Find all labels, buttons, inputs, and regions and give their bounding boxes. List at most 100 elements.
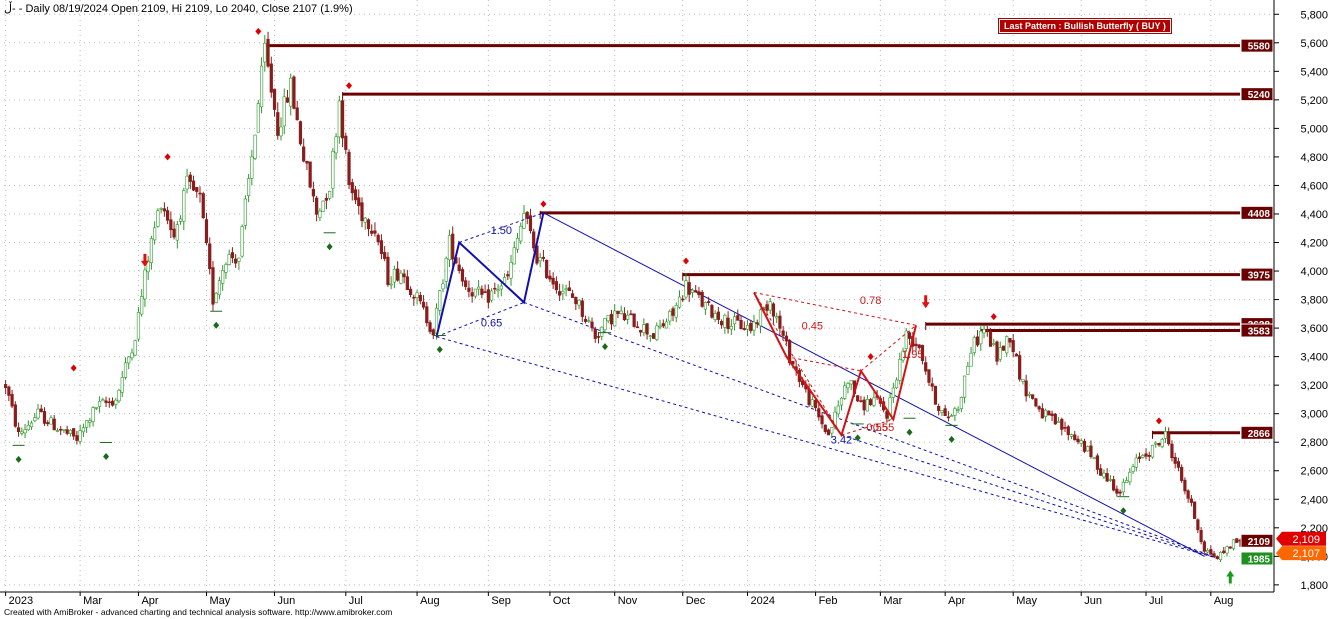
candle-body [613, 310, 617, 327]
candle-body [619, 310, 623, 314]
trendline-layer [436, 212, 1221, 560]
candle-body [681, 298, 685, 301]
candle-body [1063, 427, 1067, 429]
last-pattern-banner: Last Pattern : Bullish Butterfly ( BUY ) [998, 18, 1172, 34]
candle-body [88, 420, 92, 423]
trendline [436, 336, 1221, 560]
candle-body [298, 121, 303, 145]
candle-body [42, 411, 47, 424]
y-tick-label: 4,600 [1300, 180, 1328, 192]
y-tick-label: 5,400 [1300, 66, 1328, 78]
x-tick-label: Aug [1214, 595, 1234, 607]
candle-body [626, 314, 630, 320]
candle-body [849, 380, 853, 385]
candle-body [532, 231, 536, 249]
candle-body [1079, 440, 1083, 444]
candle-body [917, 344, 921, 348]
y-tick-label: 4,200 [1300, 238, 1328, 250]
candle-body [1043, 409, 1048, 417]
candle-body [671, 308, 675, 316]
candle-body [26, 424, 30, 431]
candle-body [651, 333, 656, 339]
candle-body [489, 290, 494, 301]
candle-body [344, 135, 348, 150]
candle-body [587, 320, 591, 322]
candle-body [451, 233, 455, 260]
candle-body [143, 269, 147, 300]
candle-body [616, 310, 620, 314]
chart-header: ڵ- - Daily 08/19/2024 Open 2109, Hi 2109… [4, 3, 353, 15]
candle-body [891, 387, 895, 398]
candle-body [742, 328, 746, 330]
x-tick-label: 2024 [751, 595, 775, 607]
candle-body [904, 330, 908, 349]
candle-body [360, 202, 364, 222]
candle-body [72, 428, 76, 437]
candle-body [295, 107, 299, 121]
pivot-high-marker [164, 153, 171, 161]
candle-body [250, 156, 254, 179]
candle-body [1086, 446, 1090, 452]
candlestick-series [4, 31, 1239, 563]
candle-body [269, 63, 273, 93]
candle-body [140, 296, 144, 315]
candle-body [159, 208, 163, 210]
candle-body [217, 280, 222, 296]
candle-body [988, 331, 993, 347]
y-tick-label: 3,000 [1300, 409, 1328, 421]
candle-body [383, 252, 387, 259]
candle-body [243, 198, 247, 226]
candle-body [123, 362, 128, 378]
candle-body [771, 303, 776, 317]
red-pattern-ratio-label: 1.95 [902, 349, 923, 361]
candle-body [224, 264, 228, 273]
candle-body [975, 336, 980, 346]
candle-body [745, 325, 750, 330]
buy-arrow [1226, 570, 1235, 584]
pivot-high-marker [255, 27, 262, 35]
candle-body [839, 397, 844, 406]
candle-body [752, 321, 756, 331]
candle-body [302, 146, 306, 162]
candle-body [13, 404, 17, 427]
candle-body [396, 268, 400, 281]
candle-body [1047, 410, 1051, 416]
candle-body [386, 256, 390, 285]
candle-body [208, 243, 212, 270]
candle-body [1225, 546, 1229, 554]
candle-body [195, 187, 199, 192]
candle-body [127, 356, 131, 364]
candle-body [68, 429, 73, 434]
candle-body [1189, 498, 1193, 503]
resistance-label: 3583 [1248, 327, 1271, 338]
candle-body [204, 219, 209, 243]
candle-body [473, 288, 477, 297]
candle-body [1056, 421, 1061, 423]
candle-body [198, 192, 202, 195]
footer-credit: Created with AmiBroker - advanced charti… [4, 607, 393, 617]
pivot-low-marker [326, 243, 333, 251]
candle-body [85, 420, 89, 428]
candle-body [933, 385, 938, 405]
y-tick-label: 3,400 [1300, 352, 1328, 364]
candle-body [447, 235, 452, 261]
candle-body [1167, 432, 1171, 445]
candle-body [506, 274, 510, 277]
candle-body [311, 188, 316, 197]
candle-body [898, 359, 902, 381]
candle-body [700, 292, 704, 307]
candle-body [1021, 379, 1025, 382]
candle-body [178, 218, 183, 222]
candle-body [862, 399, 866, 411]
candle-body [285, 97, 290, 103]
y-tick-label: 2,800 [1300, 437, 1328, 449]
candle-body [768, 301, 772, 311]
candle-body [318, 210, 322, 218]
candle-body [1170, 443, 1174, 459]
pivot-high-marker [1155, 417, 1162, 425]
candle-body [315, 197, 319, 215]
candle-body [570, 293, 575, 298]
candle-body [1222, 550, 1226, 553]
candle-body [477, 286, 481, 290]
candle-body [872, 397, 876, 406]
